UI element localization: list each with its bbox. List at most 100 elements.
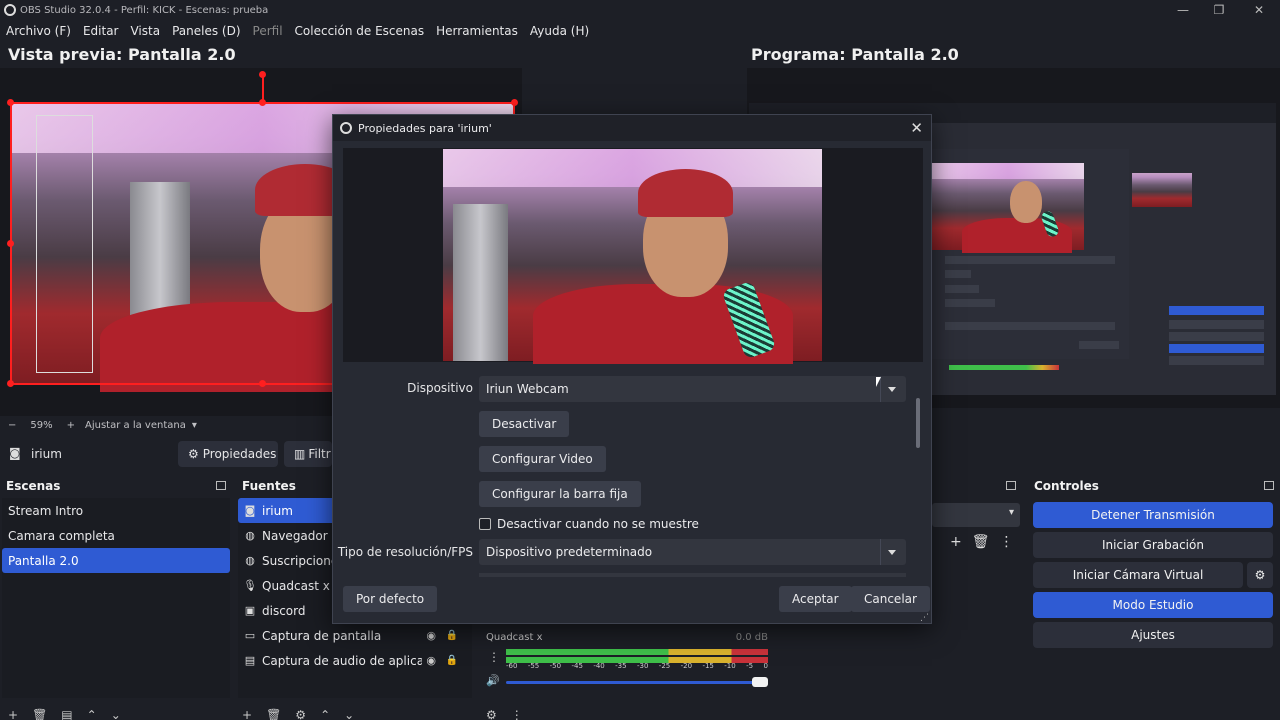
add-icon[interactable]: + <box>950 534 962 550</box>
settings-button[interactable]: Ajustes <box>1033 622 1273 648</box>
deactivate-button[interactable]: Desactivar <box>479 411 570 437</box>
obs-logo-icon <box>4 4 16 16</box>
meter-scale-tick: -45 <box>571 662 583 670</box>
source-item[interactable]: ▭ Captura de pantalla ◉ 🔒 <box>238 623 472 648</box>
transition-select[interactable]: ▾ <box>932 503 1020 527</box>
chevron-down-icon[interactable]: ▾ <box>192 420 197 431</box>
volume-slider-handle[interactable] <box>752 677 768 687</box>
filter-icon: ▥ <box>294 447 306 461</box>
accept-button[interactable]: Aceptar <box>779 586 852 612</box>
visibility-eye-icon[interactable]: ◉ <box>426 654 436 667</box>
meter-scale-tick: -15 <box>702 662 714 670</box>
resize-grip-icon[interactable]: ⋰ <box>920 613 929 623</box>
trash-icon[interactable]: 🗑 <box>266 708 281 720</box>
volume-slider[interactable] <box>506 681 768 684</box>
source-item-active[interactable]: ◙ irium <box>238 498 338 523</box>
undock-icon[interactable] <box>1264 481 1274 490</box>
undock-icon[interactable] <box>216 481 226 490</box>
add-icon[interactable]: + <box>8 708 18 720</box>
app-audio-icon: ▤ <box>244 654 256 667</box>
minimize-icon[interactable]: — <box>1163 0 1203 20</box>
trash-icon[interactable]: 🗑 <box>972 534 990 550</box>
gear-icon[interactable]: ⚙ <box>486 708 497 720</box>
title-bar: OBS Studio 32.0.4 - Perfil: KICK - Escen… <box>0 0 1280 20</box>
menu-archivo[interactable]: Archivo (F) <box>0 24 77 38</box>
menu-editar[interactable]: Editar <box>77 24 125 38</box>
window-title: OBS Studio 32.0.4 - Perfil: KICK - Escen… <box>20 4 269 16</box>
device-label: Dispositivo <box>407 381 473 395</box>
filter-icon[interactable]: ▤ <box>61 708 72 720</box>
virtual-cam-settings-button[interactable]: ⚙ <box>1247 562 1273 588</box>
hide-when-not-shown-checkbox[interactable]: Desactivar cuando no se muestre <box>479 517 699 531</box>
source-item[interactable]: ▤ Captura de audio de aplicación ( ◉ 🔒 <box>238 648 472 673</box>
start-virtual-cam-button[interactable]: Iniciar Cámara Virtual <box>1033 562 1243 588</box>
configure-crossbar-button[interactable]: Configurar la barra fija <box>479 481 641 507</box>
resize-handle-t[interactable] <box>259 99 266 106</box>
properties-button[interactable]: ⚙ Propiedades <box>178 441 278 467</box>
dialog-scrollbar[interactable] <box>916 398 920 448</box>
menu-bar: Archivo (F) Editar Vista Paneles (D) Per… <box>0 20 1280 42</box>
meter-scale-tick: 0 <box>763 662 768 670</box>
scene-item[interactable]: Camara completa <box>2 523 230 548</box>
resolution-select[interactable]: Dispositivo predeterminado <box>479 539 906 565</box>
fit-window-dropdown[interactable]: Ajustar a la ventana <box>85 420 186 431</box>
lock-icon[interactable]: 🔒 <box>446 655 458 666</box>
filters-button[interactable]: ▥ Filtr <box>284 441 332 467</box>
resize-handle-l[interactable] <box>7 240 14 247</box>
start-recording-button[interactable]: Iniciar Grabación <box>1033 532 1273 558</box>
configure-video-button[interactable]: Configurar Video <box>479 446 606 472</box>
zoom-out-button[interactable]: − <box>8 420 16 431</box>
lock-icon[interactable]: 🔒 <box>446 630 458 641</box>
menu-ayuda[interactable]: Ayuda (H) <box>524 24 595 38</box>
studio-mode-button[interactable]: Modo Estudio <box>1033 592 1273 618</box>
menu-paneles[interactable]: Paneles (D) <box>166 24 246 38</box>
camera-icon: ◙ <box>9 446 21 460</box>
chevron-down-icon: ▾ <box>1008 507 1014 518</box>
resize-handle-b[interactable] <box>259 380 266 387</box>
meter-scale-tick: -50 <box>549 662 562 670</box>
arrow-up-icon[interactable]: ⌃ <box>87 708 97 720</box>
menu-coleccion-escenas[interactable]: Colección de Escenas <box>289 24 431 38</box>
visibility-eye-icon[interactable]: ◉ <box>426 629 436 642</box>
zoom-in-button[interactable]: + <box>67 420 75 431</box>
mixer-more-icon[interactable]: ⋮ <box>488 650 500 664</box>
meter-scale-tick: -60 <box>506 662 518 670</box>
maximize-icon[interactable]: ❐ <box>1199 0 1239 20</box>
gear-icon: ⚙ <box>1254 568 1266 582</box>
arrow-up-icon[interactable]: ⌃ <box>320 708 330 720</box>
more-icon[interactable]: ⋮ <box>1000 534 1014 550</box>
stop-stream-button[interactable]: Detener Transmisión <box>1033 502 1273 528</box>
defaults-button[interactable]: Por defecto <box>343 586 438 612</box>
speaker-icon[interactable]: 🔊 <box>486 674 500 687</box>
resize-handle-tl[interactable] <box>7 99 14 106</box>
cancel-button[interactable]: Cancelar <box>851 586 930 612</box>
scene-item[interactable]: Stream Intro <box>2 498 230 523</box>
dialog-title: Propiedades para 'irium' <box>358 121 492 135</box>
mixer-db-value: 0.0 dB <box>735 632 768 643</box>
arrow-down-icon[interactable]: ⌄ <box>111 708 121 720</box>
menu-vista[interactable]: Vista <box>124 24 166 38</box>
scene-item-active[interactable]: Pantalla 2.0 <box>2 548 230 573</box>
controls-header: Controles <box>1028 476 1280 496</box>
resize-handle-bl[interactable] <box>7 380 14 387</box>
close-window-icon[interactable]: ✕ <box>1239 0 1279 20</box>
dialog-title-bar: Propiedades para 'irium' ✕ <box>333 115 931 141</box>
resize-handle-tr[interactable] <box>511 99 518 106</box>
checkbox-box[interactable] <box>479 518 491 530</box>
arrow-down-icon[interactable]: ⌄ <box>344 708 354 720</box>
program-title: Programa: Pantalla 2.0 <box>751 45 959 64</box>
rotation-handle[interactable] <box>259 71 266 78</box>
audio-mixer: Quadcast x 0.0 dB ⋮ -60 -55 -50 -45 -40 -35 -3… <box>478 626 774 696</box>
menu-herramientas[interactable]: Herramientas <box>430 24 524 38</box>
trash-icon[interactable]: 🗑 <box>32 708 47 720</box>
next-field-edge <box>479 573 906 577</box>
device-select[interactable]: Iriun Webcam <box>479 376 906 402</box>
gear-icon[interactable]: ⚙ <box>295 708 306 720</box>
meter-scale: -60 -55 -50 -45 -40 -35 -30 -25 -20 -15 -10 -5 0 <box>506 662 768 672</box>
close-icon[interactable]: ✕ <box>910 119 923 137</box>
more-icon[interactable]: ⋮ <box>511 708 523 720</box>
add-icon[interactable]: + <box>242 708 252 720</box>
undock-icon[interactable] <box>1006 481 1016 490</box>
globe-icon: ◍ <box>245 529 255 542</box>
menu-perfil[interactable]: Perfil <box>247 24 289 38</box>
